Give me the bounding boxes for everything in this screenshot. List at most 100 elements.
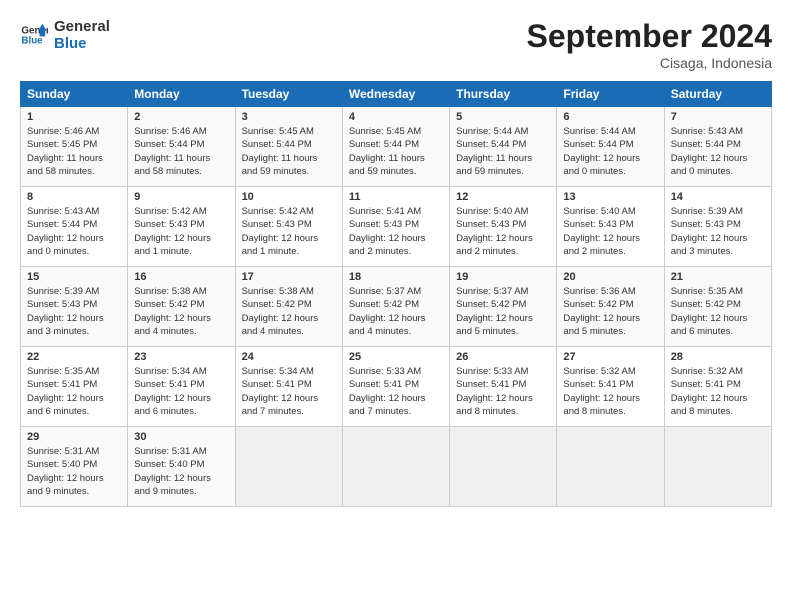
title-block: September 2024 Cisaga, Indonesia xyxy=(527,18,772,71)
day-number: 29 xyxy=(27,431,121,443)
calendar-cell: 5 Sunrise: 5:44 AM Sunset: 5:44 PM Dayli… xyxy=(450,107,557,187)
cell-content: Sunrise: 5:43 AM Sunset: 5:44 PM Dayligh… xyxy=(671,126,748,177)
cell-content: Sunrise: 5:31 AM Sunset: 5:40 PM Dayligh… xyxy=(27,446,104,497)
logo-blue: Blue xyxy=(54,35,110,52)
cell-content: Sunrise: 5:45 AM Sunset: 5:44 PM Dayligh… xyxy=(242,126,318,177)
calendar-cell: 26 Sunrise: 5:33 AM Sunset: 5:41 PM Dayl… xyxy=(450,347,557,427)
calendar-cell: 15 Sunrise: 5:39 AM Sunset: 5:43 PM Dayl… xyxy=(21,267,128,347)
cell-content: Sunrise: 5:31 AM Sunset: 5:40 PM Dayligh… xyxy=(134,446,211,497)
logo: General Blue General Blue xyxy=(20,18,110,52)
calendar-cell: 7 Sunrise: 5:43 AM Sunset: 5:44 PM Dayli… xyxy=(664,107,771,187)
calendar-week-row: 8 Sunrise: 5:43 AM Sunset: 5:44 PM Dayli… xyxy=(21,187,772,267)
calendar-cell: 1 Sunrise: 5:46 AM Sunset: 5:45 PM Dayli… xyxy=(21,107,128,187)
logo-general: General xyxy=(54,18,110,35)
day-number: 25 xyxy=(349,351,443,363)
cell-content: Sunrise: 5:45 AM Sunset: 5:44 PM Dayligh… xyxy=(349,126,425,177)
day-number: 10 xyxy=(242,191,336,203)
calendar-cell: 8 Sunrise: 5:43 AM Sunset: 5:44 PM Dayli… xyxy=(21,187,128,267)
calendar-week-row: 15 Sunrise: 5:39 AM Sunset: 5:43 PM Dayl… xyxy=(21,267,772,347)
day-number: 22 xyxy=(27,351,121,363)
day-number: 8 xyxy=(27,191,121,203)
svg-text:Blue: Blue xyxy=(21,35,43,46)
day-number: 13 xyxy=(563,191,657,203)
day-number: 1 xyxy=(27,111,121,123)
cell-content: Sunrise: 5:36 AM Sunset: 5:42 PM Dayligh… xyxy=(563,286,640,337)
calendar-cell: 2 Sunrise: 5:46 AM Sunset: 5:44 PM Dayli… xyxy=(128,107,235,187)
day-number: 16 xyxy=(134,271,228,283)
cell-content: Sunrise: 5:46 AM Sunset: 5:45 PM Dayligh… xyxy=(27,126,103,177)
day-number: 15 xyxy=(27,271,121,283)
calendar-cell: 30 Sunrise: 5:31 AM Sunset: 5:40 PM Dayl… xyxy=(128,427,235,507)
day-number: 21 xyxy=(671,271,765,283)
header: General Blue General Blue September 2024… xyxy=(20,18,772,71)
calendar-cell: 28 Sunrise: 5:32 AM Sunset: 5:41 PM Dayl… xyxy=(664,347,771,427)
calendar-cell xyxy=(557,427,664,507)
day-number: 23 xyxy=(134,351,228,363)
calendar-cell: 16 Sunrise: 5:38 AM Sunset: 5:42 PM Dayl… xyxy=(128,267,235,347)
cell-content: Sunrise: 5:35 AM Sunset: 5:41 PM Dayligh… xyxy=(27,366,104,417)
header-day: Tuesday xyxy=(235,82,342,107)
day-number: 27 xyxy=(563,351,657,363)
cell-content: Sunrise: 5:35 AM Sunset: 5:42 PM Dayligh… xyxy=(671,286,748,337)
calendar-cell xyxy=(664,427,771,507)
day-number: 14 xyxy=(671,191,765,203)
calendar-cell: 20 Sunrise: 5:36 AM Sunset: 5:42 PM Dayl… xyxy=(557,267,664,347)
calendar-cell: 6 Sunrise: 5:44 AM Sunset: 5:44 PM Dayli… xyxy=(557,107,664,187)
day-number: 3 xyxy=(242,111,336,123)
day-number: 5 xyxy=(456,111,550,123)
cell-content: Sunrise: 5:44 AM Sunset: 5:44 PM Dayligh… xyxy=(563,126,640,177)
calendar-cell: 3 Sunrise: 5:45 AM Sunset: 5:44 PM Dayli… xyxy=(235,107,342,187)
cell-content: Sunrise: 5:46 AM Sunset: 5:44 PM Dayligh… xyxy=(134,126,210,177)
page: General Blue General Blue September 2024… xyxy=(0,0,792,612)
calendar-cell xyxy=(450,427,557,507)
header-day: Monday xyxy=(128,82,235,107)
header-day: Sunday xyxy=(21,82,128,107)
day-number: 17 xyxy=(242,271,336,283)
calendar-cell: 12 Sunrise: 5:40 AM Sunset: 5:43 PM Dayl… xyxy=(450,187,557,267)
cell-content: Sunrise: 5:32 AM Sunset: 5:41 PM Dayligh… xyxy=(671,366,748,417)
cell-content: Sunrise: 5:39 AM Sunset: 5:43 PM Dayligh… xyxy=(671,206,748,257)
calendar-cell: 21 Sunrise: 5:35 AM Sunset: 5:42 PM Dayl… xyxy=(664,267,771,347)
calendar-week-row: 1 Sunrise: 5:46 AM Sunset: 5:45 PM Dayli… xyxy=(21,107,772,187)
day-number: 9 xyxy=(134,191,228,203)
calendar-cell: 4 Sunrise: 5:45 AM Sunset: 5:44 PM Dayli… xyxy=(342,107,449,187)
cell-content: Sunrise: 5:40 AM Sunset: 5:43 PM Dayligh… xyxy=(563,206,640,257)
cell-content: Sunrise: 5:44 AM Sunset: 5:44 PM Dayligh… xyxy=(456,126,532,177)
day-number: 12 xyxy=(456,191,550,203)
logo-icon: General Blue xyxy=(20,21,48,49)
header-row: SundayMondayTuesdayWednesdayThursdayFrid… xyxy=(21,82,772,107)
cell-content: Sunrise: 5:34 AM Sunset: 5:41 PM Dayligh… xyxy=(242,366,319,417)
cell-content: Sunrise: 5:32 AM Sunset: 5:41 PM Dayligh… xyxy=(563,366,640,417)
calendar-cell: 10 Sunrise: 5:42 AM Sunset: 5:43 PM Dayl… xyxy=(235,187,342,267)
day-number: 2 xyxy=(134,111,228,123)
day-number: 7 xyxy=(671,111,765,123)
calendar-cell: 13 Sunrise: 5:40 AM Sunset: 5:43 PM Dayl… xyxy=(557,187,664,267)
calendar-cell: 22 Sunrise: 5:35 AM Sunset: 5:41 PM Dayl… xyxy=(21,347,128,427)
day-number: 18 xyxy=(349,271,443,283)
calendar-cell: 14 Sunrise: 5:39 AM Sunset: 5:43 PM Dayl… xyxy=(664,187,771,267)
day-number: 26 xyxy=(456,351,550,363)
calendar-cell: 19 Sunrise: 5:37 AM Sunset: 5:42 PM Dayl… xyxy=(450,267,557,347)
calendar-cell: 29 Sunrise: 5:31 AM Sunset: 5:40 PM Dayl… xyxy=(21,427,128,507)
calendar-cell: 17 Sunrise: 5:38 AM Sunset: 5:42 PM Dayl… xyxy=(235,267,342,347)
cell-content: Sunrise: 5:41 AM Sunset: 5:43 PM Dayligh… xyxy=(349,206,426,257)
calendar-cell: 24 Sunrise: 5:34 AM Sunset: 5:41 PM Dayl… xyxy=(235,347,342,427)
day-number: 30 xyxy=(134,431,228,443)
cell-content: Sunrise: 5:33 AM Sunset: 5:41 PM Dayligh… xyxy=(349,366,426,417)
day-number: 28 xyxy=(671,351,765,363)
calendar-week-row: 29 Sunrise: 5:31 AM Sunset: 5:40 PM Dayl… xyxy=(21,427,772,507)
day-number: 4 xyxy=(349,111,443,123)
calendar-week-row: 22 Sunrise: 5:35 AM Sunset: 5:41 PM Dayl… xyxy=(21,347,772,427)
calendar-cell xyxy=(235,427,342,507)
cell-content: Sunrise: 5:38 AM Sunset: 5:42 PM Dayligh… xyxy=(242,286,319,337)
day-number: 24 xyxy=(242,351,336,363)
header-day: Thursday xyxy=(450,82,557,107)
header-day: Saturday xyxy=(664,82,771,107)
calendar-cell: 27 Sunrise: 5:32 AM Sunset: 5:41 PM Dayl… xyxy=(557,347,664,427)
cell-content: Sunrise: 5:37 AM Sunset: 5:42 PM Dayligh… xyxy=(349,286,426,337)
month-title: September 2024 xyxy=(527,18,772,55)
calendar-cell: 25 Sunrise: 5:33 AM Sunset: 5:41 PM Dayl… xyxy=(342,347,449,427)
cell-content: Sunrise: 5:38 AM Sunset: 5:42 PM Dayligh… xyxy=(134,286,211,337)
day-number: 19 xyxy=(456,271,550,283)
header-day: Friday xyxy=(557,82,664,107)
